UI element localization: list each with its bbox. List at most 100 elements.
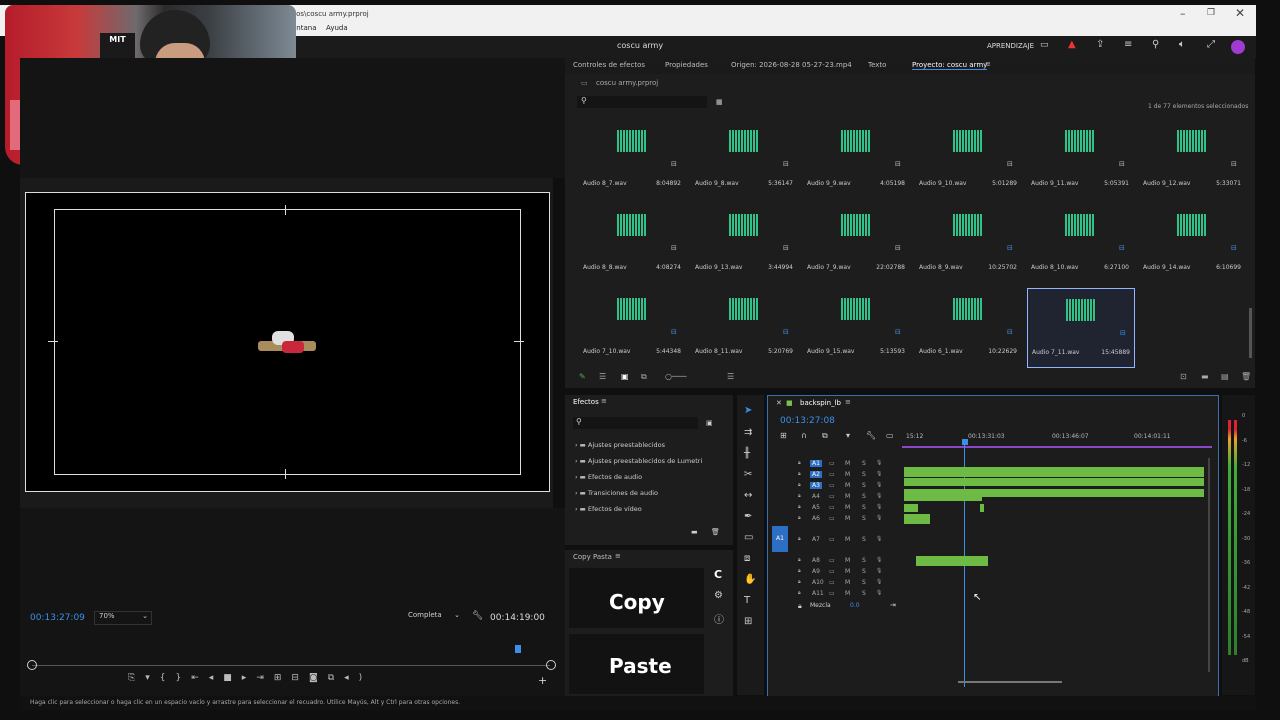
microphone-icon[interactable]: 🎙︎ — [876, 536, 882, 542]
audio-clip[interactable] — [916, 556, 988, 566]
program-timecode[interactable]: 00:13:27:09 — [30, 613, 85, 623]
microphone-icon[interactable]: 🎙︎ — [876, 557, 882, 563]
lock-icon[interactable]: 🔒︎ — [798, 536, 801, 542]
audio-clip[interactable] — [980, 504, 984, 512]
audio-clip[interactable] — [904, 467, 1204, 477]
maximize-icon[interactable]: ❐ — [1207, 8, 1215, 18]
audio-clip[interactable] — [904, 493, 982, 501]
scrub-start-handle[interactable] — [27, 660, 37, 670]
solo-button[interactable]: S — [862, 515, 866, 522]
sync-lock-icon[interactable]: ▭ — [829, 536, 835, 543]
volume-icon[interactable]: 🔈︎ — [1179, 39, 1185, 50]
search-input[interactable]: ⚲ — [577, 96, 707, 108]
icon-view-icon[interactable]: ▣ — [621, 372, 629, 381]
tab-project[interactable]: Proyecto: coscu army — [912, 61, 988, 70]
track-label[interactable]: A7 — [810, 536, 822, 543]
track-label[interactable]: A9 — [810, 568, 822, 575]
copy-button[interactable]: Copy — [569, 568, 704, 628]
list-view-icon[interactable]: ☰ — [599, 372, 606, 381]
marker-icon[interactable]: ⎘ — [128, 673, 145, 683]
panel-icon[interactable]: ▭ — [1040, 40, 1049, 50]
microphone-icon[interactable]: 🎙︎ — [876, 482, 882, 488]
solo-button[interactable]: S — [862, 568, 866, 575]
microphone-icon[interactable]: 🎙︎ — [876, 579, 882, 585]
go-to-in-icon[interactable]: ⇤ — [191, 673, 209, 683]
menu-icon[interactable]: ≡ — [1124, 39, 1132, 50]
new-preset-icon[interactable]: ▣ — [706, 419, 713, 427]
frame-icon[interactable]: ⧈ — [744, 553, 750, 564]
solo-button[interactable]: S — [862, 504, 866, 511]
horizontal-scrollbar[interactable] — [958, 681, 1062, 683]
media-item[interactable]: ⊟ Audio 8_10.wav 6:27100 — [1027, 204, 1133, 282]
playhead[interactable] — [515, 645, 521, 653]
lock-icon[interactable]: 🔒︎ — [798, 557, 801, 563]
lock-icon[interactable]: 🔒︎ — [798, 471, 801, 477]
track-label[interactable]: A1 — [810, 460, 822, 467]
mute-button[interactable]: M — [845, 515, 850, 522]
new-bin-icon[interactable]: ▬ — [1201, 372, 1209, 381]
avatar[interactable] — [1231, 40, 1245, 54]
minimize-icon[interactable]: – — [1180, 7, 1186, 20]
track-label[interactable]: A4 — [810, 493, 822, 500]
bin-icon[interactable]: ▦ — [716, 98, 723, 106]
effects-menu-icon[interactable]: ≡ — [601, 397, 607, 405]
media-item[interactable]: ⊟ Audio 8_7.wav 8:04892 — [579, 120, 685, 198]
folder-icon[interactable]: ▬ — [691, 528, 698, 536]
play-icon[interactable]: ■ — [223, 673, 242, 683]
insert-icon[interactable]: ⊞ — [274, 673, 292, 683]
solo-button[interactable]: S — [862, 482, 866, 489]
sync-lock-icon[interactable]: ▭ — [829, 590, 835, 597]
audio-clip[interactable] — [904, 514, 930, 524]
info-icon[interactable]: ⓘ — [714, 611, 724, 626]
slip-icon[interactable]: ↔ — [744, 490, 752, 501]
sync-lock-icon[interactable]: ▭ — [829, 579, 835, 586]
media-item[interactable]: ⊟ Audio 8_11.wav 5:20769 — [691, 288, 797, 366]
media-item[interactable]: ⊟ Audio 9_14.wav 6:10699 — [1139, 204, 1245, 282]
mark-in-icon[interactable]: ▾ — [145, 673, 160, 683]
effects-folder[interactable]: › ▬ Ajustes preestablecidos de Lumetri — [575, 457, 725, 473]
effects-folder[interactable]: › ▬ Efectos de audio — [575, 473, 725, 489]
lock-icon[interactable]: 🔒︎ — [798, 460, 801, 466]
sync-lock-icon[interactable]: ▭ — [829, 482, 835, 489]
gear-icon[interactable]: ⚙ — [714, 590, 723, 601]
solo-button[interactable]: S — [862, 557, 866, 564]
paste-button[interactable]: Paste — [569, 634, 704, 694]
lock-icon[interactable]: 🔒︎ — [798, 504, 801, 510]
fullscreen-icon[interactable]: ⤢ — [1207, 39, 1215, 50]
automate-icon[interactable]: ⊡ — [1180, 372, 1187, 381]
workspace-label[interactable]: APRENDIZAJE — [987, 42, 1034, 50]
audio-clip[interactable] — [904, 504, 918, 512]
lock-icon[interactable]: 🔒︎ — [798, 579, 801, 585]
search-icon[interactable]: ⚲ — [1152, 39, 1159, 50]
linked-icon[interactable]: ⧉ — [822, 431, 828, 441]
tab-source[interactable]: Origen: 2026-08-28 05-27-23.mp4 — [731, 61, 852, 69]
c-icon[interactable]: C — [714, 568, 722, 581]
pen-icon[interactable]: ✒ — [744, 511, 752, 522]
mute-button[interactable]: M — [845, 493, 850, 500]
snap-icon[interactable]: ⊞ — [780, 431, 787, 440]
media-item[interactable]: ⊟ Audio 9_11.wav 5:05391 — [1027, 120, 1133, 198]
lock-icon[interactable]: 🔒︎ — [798, 590, 801, 596]
source-patch-a1[interactable]: A1 — [772, 526, 788, 552]
trash-icon[interactable]: 🗑︎ — [1241, 372, 1251, 381]
sequence-name[interactable]: backspin_lb — [800, 399, 841, 407]
razor-icon[interactable]: ✂ — [744, 469, 752, 480]
caption-icon[interactable]: ⊞ — [744, 616, 752, 627]
microphone-icon[interactable]: 🎙︎ — [876, 460, 882, 466]
sync-lock-icon[interactable]: ▭ — [829, 557, 835, 564]
quality-select[interactable]: Completa ⌄ — [408, 611, 462, 623]
compare-icon[interactable]: ⧉ — [328, 673, 344, 683]
captions-icon[interactable]: ▭ — [886, 431, 894, 440]
sync-lock-icon[interactable]: ▭ — [829, 504, 835, 511]
lock-icon[interactable]: 🔒︎ — [798, 482, 801, 488]
lock-icon[interactable]: 🔒︎ — [798, 493, 801, 499]
mute-button[interactable]: M — [845, 590, 850, 597]
step-forward-icon[interactable]: ▸ — [242, 673, 257, 683]
track-label[interactable]: A3 — [810, 482, 822, 489]
mute-button[interactable]: M — [845, 504, 850, 511]
media-item[interactable]: ⊟ Audio 8_9.wav 10:25702 — [915, 204, 1021, 282]
close-tab-icon[interactable]: ✕ — [776, 399, 782, 407]
effects-title[interactable]: Efectos — [573, 398, 599, 406]
microphone-icon[interactable]: 🎙︎ — [876, 515, 882, 521]
in-point-icon[interactable]: { — [160, 673, 176, 683]
